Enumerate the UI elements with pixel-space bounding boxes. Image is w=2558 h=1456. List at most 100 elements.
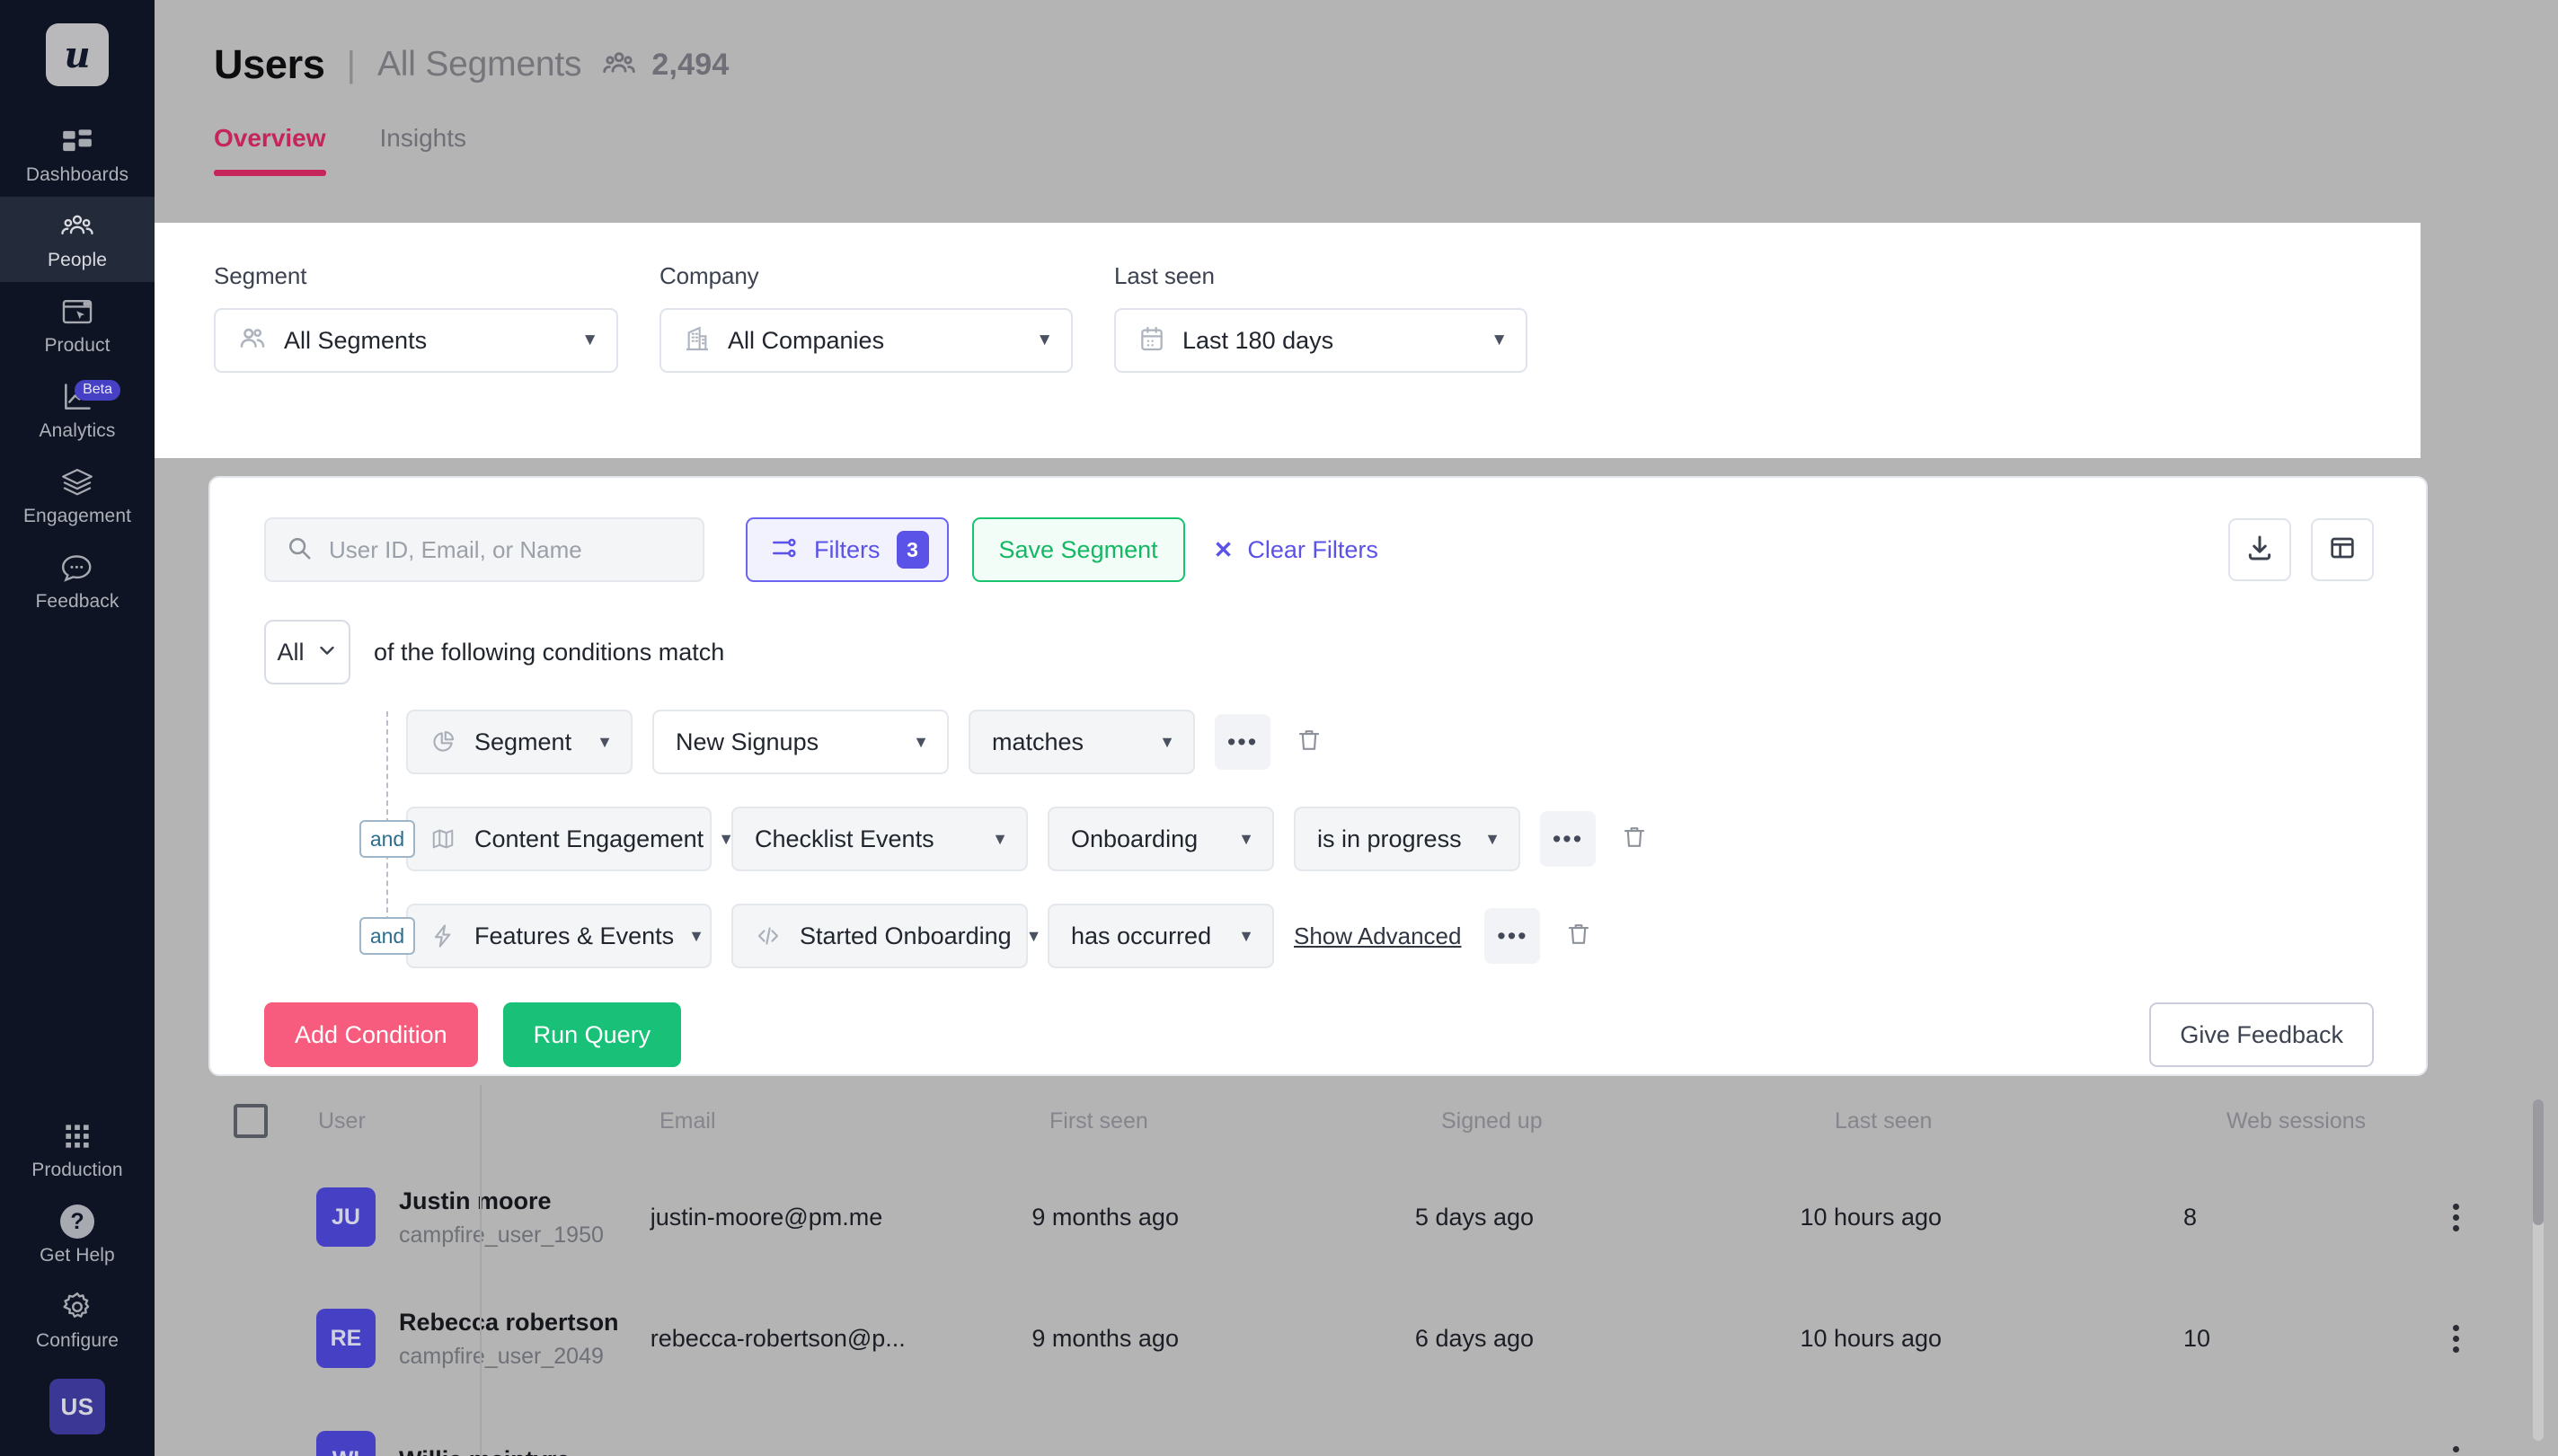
condition-more-button[interactable]: ••• [1484,908,1540,964]
beta-badge: Beta [75,380,120,401]
tab-insights[interactable]: Insights [380,124,467,176]
company-filter-value: All Companies [728,327,1007,355]
filter-sliders-icon [769,534,798,567]
condition-category-select[interactable]: Content Engagement ▼ [406,807,712,871]
user-name: Justin moore [399,1184,604,1219]
chevron-down-icon [316,640,338,666]
chevron-down-icon: ▼ [1159,733,1175,752]
last-seen-cell: 10 hours ago [1800,1204,2183,1231]
row-actions-button[interactable] [2403,1320,2509,1357]
condition-more-button[interactable]: ••• [1540,811,1596,867]
column-header-web-sessions[interactable]: Web sessions [2226,1108,2451,1134]
title-separator: | [347,45,356,85]
people-group-icon [60,209,94,243]
user-count: 2,494 [651,48,729,83]
user-avatar[interactable]: US [49,1379,105,1434]
chevron-down-icon: ▼ [1036,331,1053,350]
sidebar-item-configure[interactable]: Configure [0,1277,155,1363]
sidebar-item-product[interactable]: Product [0,282,155,367]
row-actions-button[interactable] [2403,1199,2509,1236]
save-segment-button[interactable]: Save Segment [972,517,1185,582]
sidebar-item-label: Get Help [40,1245,115,1266]
sidebar-item-people[interactable]: People [0,197,155,282]
column-header-signed-up[interactable]: Signed up [1441,1108,1835,1134]
condition-category-select[interactable]: Features & Events ▼ [406,904,712,968]
give-feedback-button[interactable]: Give Feedback [2149,1002,2374,1067]
add-condition-button[interactable]: Add Condition [264,1002,478,1067]
sidebar-item-get-help[interactable]: ? Get Help [0,1192,155,1277]
kebab-menu-icon [2453,1199,2459,1236]
chevron-down-icon: ▼ [581,331,598,350]
lastseen-filter-select[interactable]: Last 180 days ▼ [1114,308,1527,373]
condition-row: and Content Engagement ▼ [264,807,2426,871]
app-logo[interactable]: u [46,23,109,86]
column-header-email[interactable]: Email [659,1108,1049,1134]
clear-filters-button[interactable]: ✕ Clear Filters [1214,536,1378,564]
table-scrollbar-thumb[interactable] [2533,1099,2544,1225]
condition-value: New Signups [676,728,898,756]
sidebar-item-production[interactable]: Production [0,1107,155,1192]
condition-delete-button[interactable] [1610,811,1659,867]
sidebar-item-engagement[interactable]: Engagement [0,453,155,538]
sidebar-item-dashboards[interactable]: Dashboards [0,111,155,197]
sidebar-item-feedback[interactable]: Feedback [0,538,155,623]
segment-filter-group: Segment All Segments ▼ [214,262,618,373]
lastseen-filter-label: Last seen [1114,262,1527,290]
product-cursor-icon [60,295,94,329]
close-icon: ✕ [1214,536,1234,564]
first-seen-cell: 9 months ago [1031,1204,1415,1231]
table-row[interactable]: WI Willie mcintyre [208,1399,2509,1456]
sidebar-nav-secondary: Production ? Get Help Configure US [0,1107,155,1434]
chevron-down-icon: ▼ [992,830,1008,849]
chevron-down-icon: ▼ [597,733,613,752]
user-name: Rebecca robertson [399,1305,619,1340]
condition-connector-and[interactable]: and [359,917,415,955]
column-header-user[interactable]: User [318,1108,659,1134]
chevron-down-icon: ▼ [1026,927,1042,946]
sidebar: u Dashboards People [0,0,155,1456]
condition-more-button[interactable]: ••• [1215,714,1270,770]
condition-delete-button[interactable] [1554,908,1603,964]
download-icon [2244,533,2275,568]
table-row[interactable]: JU Justin moore campfire_user_1950 justi… [208,1157,2509,1278]
condition-operator-select[interactable]: matches ▼ [969,710,1195,774]
condition-delete-button[interactable] [1285,714,1333,770]
condition-value-select[interactable]: Checklist Events ▼ [731,807,1028,871]
user-id: campfire_user_1950 [399,1219,604,1251]
table-scrollbar[interactable] [2533,1099,2544,1441]
condition-value-select[interactable]: New Signups ▼ [652,710,949,774]
download-button[interactable] [2228,518,2291,581]
toolbar-right-actions [2228,518,2426,581]
condition-operator-value: has occurred [1071,922,1224,950]
show-advanced-link[interactable]: Show Advanced [1294,922,1461,950]
segment-filter-select[interactable]: All Segments ▼ [214,308,618,373]
building-icon [683,323,712,358]
clear-filters-label: Clear Filters [1247,536,1378,564]
condition-connector-and[interactable]: and [359,820,415,858]
run-query-button[interactable]: Run Query [503,1002,682,1067]
company-filter-select[interactable]: All Companies ▼ [659,308,1073,373]
search-box[interactable] [264,517,704,582]
column-header-first-seen[interactable]: First seen [1049,1108,1441,1134]
condition-operator-select[interactable]: has occurred ▼ [1048,904,1274,968]
tab-overview[interactable]: Overview [214,124,326,176]
sidebar-item-analytics[interactable]: Beta Analytics [0,367,155,453]
condition-category-select[interactable]: Segment ▼ [406,710,633,774]
filters-button[interactable]: Filters 3 [746,517,949,582]
trash-icon [1620,823,1649,856]
condition-operator-select[interactable]: Onboarding ▼ [1048,807,1274,871]
search-icon [286,534,313,566]
match-mode-select[interactable]: All [264,620,350,684]
select-all-checkbox[interactable] [234,1104,268,1138]
row-actions-button[interactable] [2403,1442,2509,1456]
columns-button[interactable] [2311,518,2374,581]
people-count-icon [601,47,637,83]
table-row[interactable]: RE Rebecca robertson campfire_user_2049 … [208,1278,2509,1399]
query-toolbar: Filters 3 Save Segment ✕ Clear Filters [210,478,2426,582]
condition-extra-select[interactable]: is in progress ▼ [1294,807,1520,871]
search-input[interactable] [329,536,685,564]
lastseen-filter-value: Last 180 days [1182,327,1462,355]
query-builder-panel: Filters 3 Save Segment ✕ Clear Filters [208,476,2428,1076]
column-header-last-seen[interactable]: Last seen [1835,1108,2226,1134]
condition-value-select[interactable]: Started Onboarding ▼ [731,904,1028,968]
